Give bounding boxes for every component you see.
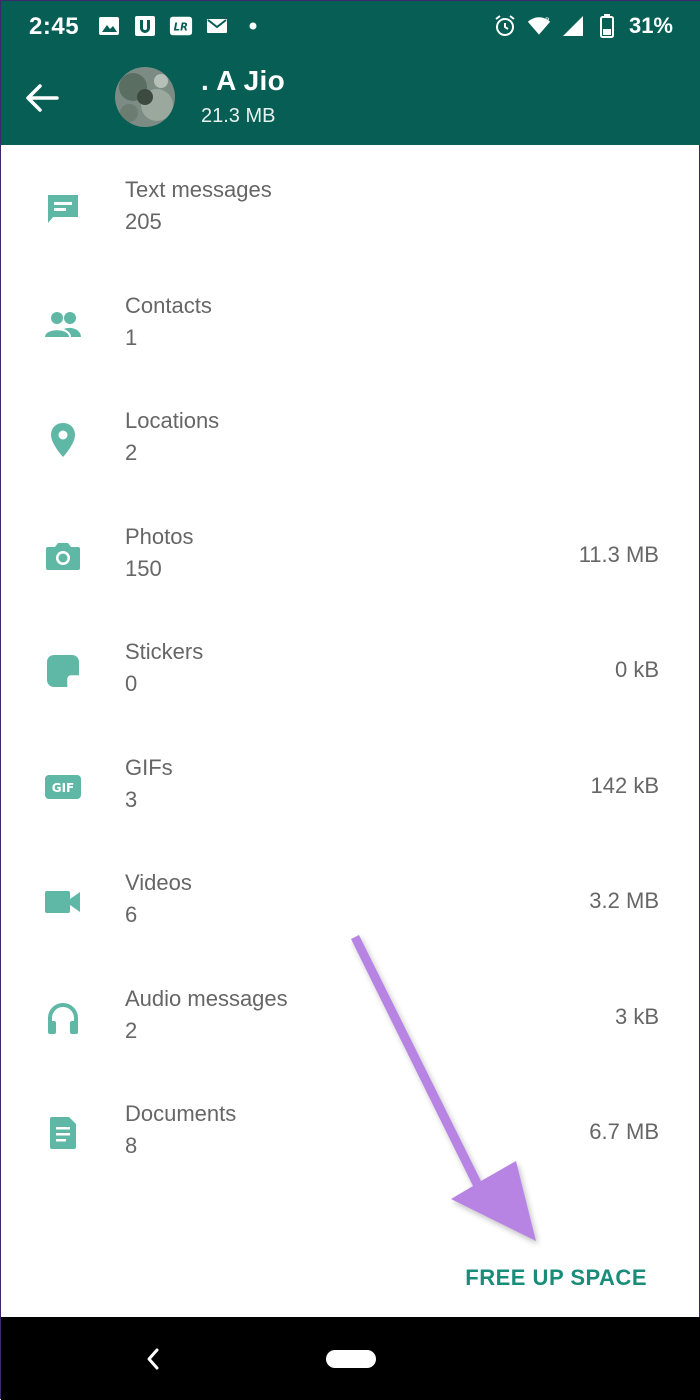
item-count: 8: [125, 1133, 138, 1158]
notification-icons: LR: [97, 13, 265, 39]
camera-icon: [41, 534, 85, 578]
wifi-icon: R: [527, 14, 551, 38]
item-size: 3.2 MB: [589, 888, 659, 913]
list-item-stickers[interactable]: Stickers 0 0 kB: [1, 607, 700, 723]
item-count: 2: [125, 1017, 138, 1043]
item-count: 0: [125, 671, 138, 696]
alarm-icon: [493, 14, 517, 38]
item-count: 205: [125, 209, 162, 234]
headphones-icon: [41, 996, 85, 1040]
video-icon: [41, 880, 85, 924]
nav-back-icon[interactable]: [145, 1347, 161, 1371]
status-time: 2:45: [29, 13, 80, 40]
item-size: 11.3 MB: [578, 541, 659, 567]
item-size: 0 kB: [614, 657, 659, 682]
list-item-gifs[interactable]: GIF GIFs 3 142 kB: [1, 723, 700, 839]
free-up-space-button[interactable]: FREE UP SPACE: [465, 1265, 647, 1291]
item-label: Documents: [125, 1101, 237, 1126]
chat-title: . A Jio: [201, 65, 286, 96]
navigation-bar: [1, 1317, 700, 1400]
item-label: GIFs: [125, 754, 173, 780]
document-icon: [41, 1111, 85, 1155]
email-icon: [205, 14, 229, 38]
annotation-arrow-icon: [351, 935, 536, 1241]
system-status-icons: R 31%: [493, 13, 673, 39]
avatar[interactable]: [115, 67, 175, 127]
location-icon: [41, 418, 85, 462]
list-item-contacts[interactable]: Contacts 1: [1, 261, 700, 377]
item-count: 3: [125, 786, 138, 812]
sticker-icon: [41, 649, 85, 693]
item-label: Text messages: [125, 177, 272, 202]
back-arrow-icon[interactable]: [25, 83, 59, 113]
message-icon: [41, 187, 85, 231]
battery-percentage: 31%: [628, 13, 673, 38]
item-size: 6.7 MB: [589, 1119, 659, 1144]
contacts-icon: [41, 303, 85, 347]
gif-icon: GIF: [41, 765, 85, 809]
image-icon: [97, 14, 121, 38]
svg-text:GIF: GIF: [52, 781, 75, 795]
dot-icon: [241, 14, 265, 38]
item-label: Audio messages: [125, 985, 288, 1011]
list-item-locations[interactable]: Locations 2: [1, 376, 700, 492]
svg-text:LR: LR: [174, 23, 188, 34]
item-label: Stickers: [125, 639, 204, 664]
item-size: 142 kB: [590, 772, 660, 798]
item-count: 2: [125, 440, 138, 465]
status-bar: 2:45 LR R 31%: [1, 1, 700, 51]
battery-icon: [595, 14, 619, 38]
list-item-photos[interactable]: Photos 150 11.3 MB: [1, 492, 700, 608]
u-app-icon: [133, 14, 157, 38]
item-label: Contacts: [125, 292, 212, 318]
item-label: Videos: [125, 870, 192, 895]
item-count: 1: [125, 324, 138, 350]
lr-app-icon: LR: [169, 14, 193, 38]
list-item-text-messages[interactable]: Text messages 205: [1, 145, 700, 261]
item-count: 150: [125, 555, 162, 581]
signal-icon: [561, 14, 585, 38]
toolbar: . A Jio 21.3 MB: [1, 51, 700, 145]
item-size: 3 kB: [614, 1003, 659, 1029]
chat-total-size: 21.3 MB: [201, 105, 276, 127]
nav-home-pill[interactable]: [326, 1350, 376, 1368]
svg-text:R: R: [545, 17, 550, 25]
item-label: Photos: [125, 523, 194, 549]
screen: 2:45 LR R 31% . A Jio 21.3 MB Text messa…: [0, 0, 700, 1400]
item-label: Locations: [125, 408, 220, 433]
item-count: 6: [125, 902, 138, 927]
